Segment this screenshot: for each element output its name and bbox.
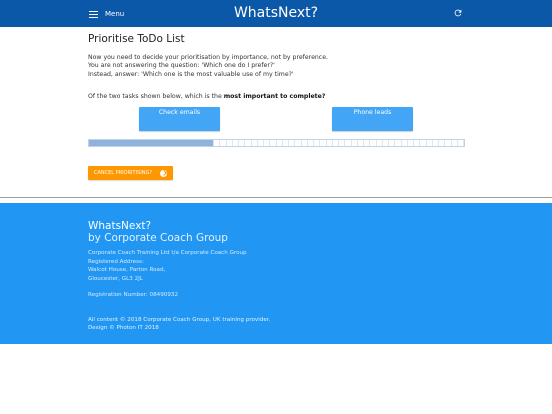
footer: WhatsNext? by Corporate Coach Group Corp… — [0, 203, 552, 344]
footer-title: WhatsNext? — [88, 220, 152, 232]
design-credit: Design © Photon IT 2018 — [88, 325, 159, 332]
question-emphasis: most important to complete? — [223, 93, 326, 100]
question-text: Of the two tasks shown below, which is t… — [88, 93, 325, 100]
intro-line: Instead, answer: 'Which one is the most … — [88, 70, 294, 78]
progress-bar — [88, 139, 465, 147]
intro-text: Now you need to decide your prioritisati… — [88, 54, 328, 79]
task-option-a-button[interactable]: Check emails — [139, 107, 220, 131]
question-prefix: Of the two tasks shown below, which is t… — [88, 93, 224, 100]
address-line: Corporate Coach Training Ltd t/a Corpora… — [88, 250, 247, 256]
app-title: WhatsNext? — [233, 5, 319, 21]
address-line: Registered Address: — [88, 258, 144, 265]
address-line: Gloucester, GL3 2JL — [88, 275, 143, 282]
task-option-b-button[interactable]: Phone leads — [332, 107, 413, 131]
cancel-label: CANCEL PRIORITISING? — [94, 170, 152, 176]
footer-copyright: All content © 2018 Corporate Coach Group… — [88, 316, 270, 333]
progress-segment — [458, 140, 464, 146]
footer-subtitle: by Corporate Coach Group — [88, 232, 228, 244]
address-line: Walcot House, Parton Road, — [88, 267, 166, 274]
check-circle-icon — [159, 169, 167, 177]
cancel-prioritising-button[interactable]: CANCEL PRIORITISING? — [88, 166, 173, 180]
app-header: Menu WhatsNext? — [0, 0, 552, 27]
intro-line: Now you need to decide your prioritisati… — [88, 54, 328, 61]
registration-number: Registration Number: 08490932 — [88, 292, 179, 298]
divider — [0, 197, 552, 198]
progress-fill — [89, 140, 213, 146]
copyright-line: All content © 2018 Corporate Coach Group… — [88, 317, 271, 323]
footer-address: Corporate Coach Training Ltd t/a Corpora… — [88, 249, 247, 283]
page-title: Prioritise ToDo List — [88, 33, 185, 45]
refresh-icon[interactable] — [453, 8, 463, 18]
intro-line: You are not answering the question: 'Whi… — [88, 62, 275, 70]
